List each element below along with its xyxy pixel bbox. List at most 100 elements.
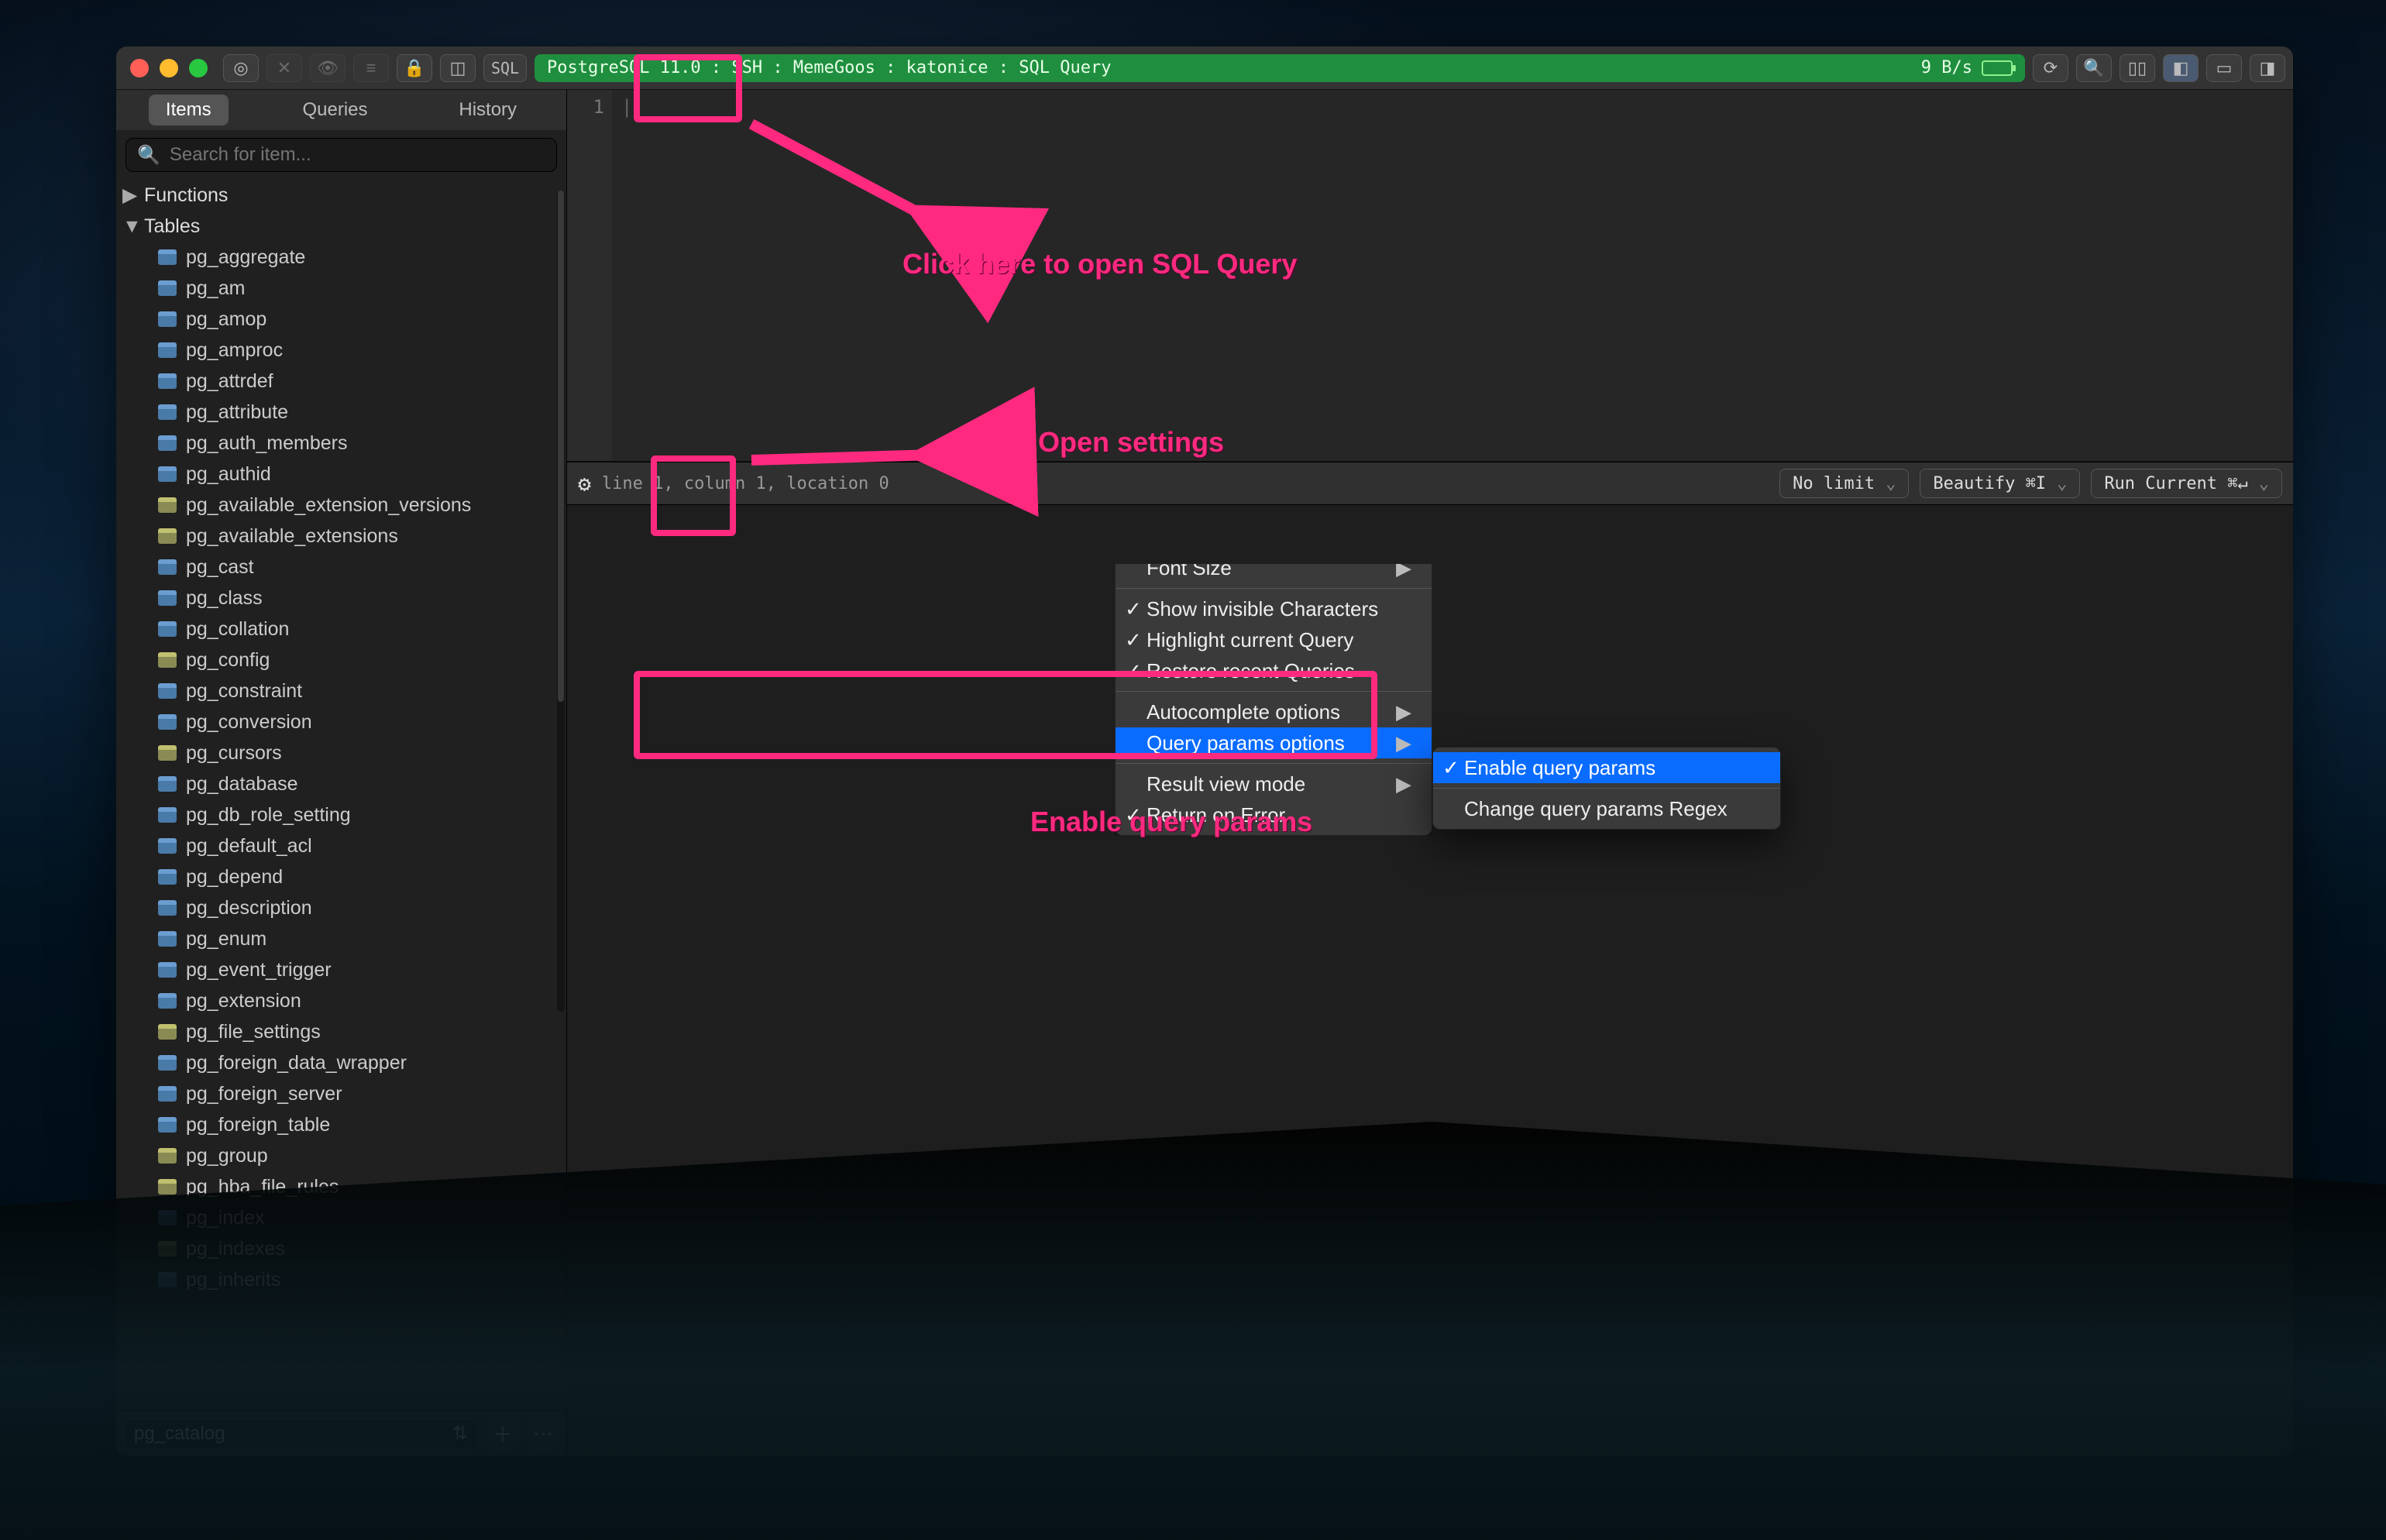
table-row[interactable]: pg_amproc <box>116 335 566 366</box>
gear-icon[interactable]: ⚙ <box>578 471 591 497</box>
table-row[interactable]: pg_enum <box>116 923 566 954</box>
target-icon[interactable]: ◎ <box>223 54 259 82</box>
table-row[interactable]: pg_aggregate <box>116 242 566 273</box>
check-icon: ✓ <box>1125 659 1142 683</box>
view-icon <box>158 1241 177 1256</box>
table-name: pg_amproc <box>186 339 283 362</box>
table-row[interactable]: pg_attrdef <box>116 366 566 397</box>
more-button[interactable]: ⋯ <box>528 1418 559 1449</box>
menu-item[interactable]: ✓Enable query params <box>1433 752 1780 783</box>
menu-item[interactable]: ✓Return on Error <box>1116 799 1432 830</box>
columns-icon[interactable]: ▯▯ <box>2120 54 2155 82</box>
table-row[interactable]: pg_class <box>116 583 566 614</box>
tab-queries[interactable]: Queries <box>285 95 384 125</box>
eye-icon[interactable]: 👁 <box>310 54 346 82</box>
add-button[interactable]: ＋ <box>487 1418 518 1449</box>
sidebar-scrollbar[interactable] <box>557 191 565 1012</box>
menu-item[interactable]: Change query params Regex <box>1433 793 1780 824</box>
object-tree[interactable]: ▶Functions▼Tablespg_aggregatepg_ampg_amo… <box>116 180 566 1410</box>
minimize-window-button[interactable] <box>160 59 178 77</box>
table-row[interactable]: pg_authid <box>116 459 566 490</box>
table-row[interactable]: pg_available_extension_versions <box>116 490 566 521</box>
table-row[interactable]: pg_attribute <box>116 397 566 428</box>
table-row[interactable]: pg_foreign_data_wrapper <box>116 1047 566 1078</box>
sql-editor[interactable]: 1 | <box>567 90 2293 462</box>
sidebar-left-icon[interactable]: ◧ <box>2163 54 2199 82</box>
database-icon[interactable]: ◫ <box>440 54 476 82</box>
sql-button[interactable]: SQL <box>483 54 527 82</box>
beautify-button[interactable]: Beautify ⌘I ⌄ <box>1920 469 2080 498</box>
table-icon <box>158 435 177 451</box>
tree-group-tables[interactable]: ▼Tables <box>116 211 566 242</box>
table-row[interactable]: pg_auth_members <box>116 428 566 459</box>
table-row[interactable]: pg_available_extensions <box>116 521 566 552</box>
close-icon[interactable]: ✕ <box>266 54 302 82</box>
refresh-icon[interactable]: ⟳ <box>2033 54 2068 82</box>
table-row[interactable]: pg_index <box>116 1202 566 1233</box>
check-icon: ✓ <box>1125 628 1142 652</box>
menu-item[interactable]: ✓Show invisible Characters <box>1116 593 1432 624</box>
run-button[interactable]: Run Current ⌘↵ ⌄ <box>2091 469 2282 498</box>
sidebar: Items Queries History 🔍 ▶Functions▼Table… <box>116 90 567 1456</box>
sidebar-search[interactable]: 🔍 <box>125 138 557 172</box>
sidebar-full-icon[interactable]: ▭ <box>2206 54 2242 82</box>
table-row[interactable]: pg_foreign_table <box>116 1109 566 1140</box>
chevron-right-icon: ▶ <box>1365 731 1411 755</box>
table-icon <box>158 714 177 730</box>
sidebar-right-icon[interactable]: ◨ <box>2250 54 2285 82</box>
lock-icon[interactable]: 🔒 <box>397 54 432 82</box>
table-name: pg_foreign_server <box>186 1083 342 1105</box>
tree-group-functions[interactable]: ▶Functions <box>116 180 566 211</box>
list-icon[interactable]: ≡ <box>353 54 389 82</box>
tab-items[interactable]: Items <box>149 95 229 125</box>
connection-bar[interactable]: PostgreSQL 11.0 : SSH : MemeGoos : katon… <box>535 54 2025 82</box>
table-row[interactable]: pg_default_acl <box>116 830 566 861</box>
view-icon <box>158 1024 177 1040</box>
table-row[interactable]: pg_database <box>116 768 566 799</box>
menu-item-label: Autocomplete options <box>1147 700 1340 724</box>
table-name: pg_group <box>186 1145 268 1167</box>
schema-selected: pg_catalog <box>134 1423 225 1445</box>
table-row[interactable]: pg_constraint <box>116 675 566 706</box>
menu-item[interactable]: ✓Highlight current Query <box>1116 624 1432 655</box>
table-row[interactable]: pg_am <box>116 273 566 304</box>
table-row[interactable]: pg_conversion <box>116 706 566 737</box>
menu-item[interactable]: Autocomplete options▶ <box>1116 696 1432 727</box>
menu-item[interactable]: Query params options▶ <box>1116 727 1432 758</box>
table-icon <box>158 1117 177 1133</box>
table-row[interactable]: pg_inherits <box>116 1264 566 1295</box>
menu-item-label: Enable query params <box>1464 756 1655 780</box>
table-row[interactable]: pg_collation <box>116 614 566 645</box>
close-window-button[interactable] <box>130 59 149 77</box>
table-row[interactable]: pg_cursors <box>116 737 566 768</box>
view-icon <box>158 1179 177 1195</box>
table-row[interactable]: pg_event_trigger <box>116 954 566 985</box>
table-row[interactable]: pg_amop <box>116 304 566 335</box>
table-icon <box>158 621 177 637</box>
limit-select[interactable]: No limit ⌄ <box>1779 469 1909 498</box>
transfer-rate: 9 B/s <box>1921 58 1972 77</box>
table-row[interactable]: pg_indexes <box>116 1233 566 1264</box>
zoom-window-button[interactable] <box>189 59 208 77</box>
schema-select[interactable]: pg_catalog ⇅ <box>124 1418 478 1449</box>
table-name: pg_indexes <box>186 1238 285 1260</box>
search-icon[interactable]: 🔍 <box>2076 54 2112 82</box>
check-icon: ✓ <box>1125 597 1142 621</box>
settings-menu[interactable]: Font Size▶✓Show invisible Characters✓Hig… <box>1115 547 1432 836</box>
table-row[interactable]: pg_foreign_server <box>116 1078 566 1109</box>
table-row[interactable]: pg_description <box>116 892 566 923</box>
table-row[interactable]: pg_cast <box>116 552 566 583</box>
table-name: pg_conversion <box>186 711 312 734</box>
table-row[interactable]: pg_config <box>116 645 566 675</box>
query-params-submenu[interactable]: ✓Enable query params Change query params … <box>1432 747 1781 830</box>
menu-item[interactable]: Result view mode▶ <box>1116 768 1432 799</box>
table-row[interactable]: pg_extension <box>116 985 566 1016</box>
menu-item[interactable]: ✓Restore recent Queries <box>1116 655 1432 686</box>
search-input[interactable] <box>168 143 545 167</box>
tab-history[interactable]: History <box>442 95 534 125</box>
table-row[interactable]: pg_hba_file_rules <box>116 1171 566 1202</box>
table-row[interactable]: pg_db_role_setting <box>116 799 566 830</box>
table-row[interactable]: pg_file_settings <box>116 1016 566 1047</box>
table-row[interactable]: pg_group <box>116 1140 566 1171</box>
table-row[interactable]: pg_depend <box>116 861 566 892</box>
